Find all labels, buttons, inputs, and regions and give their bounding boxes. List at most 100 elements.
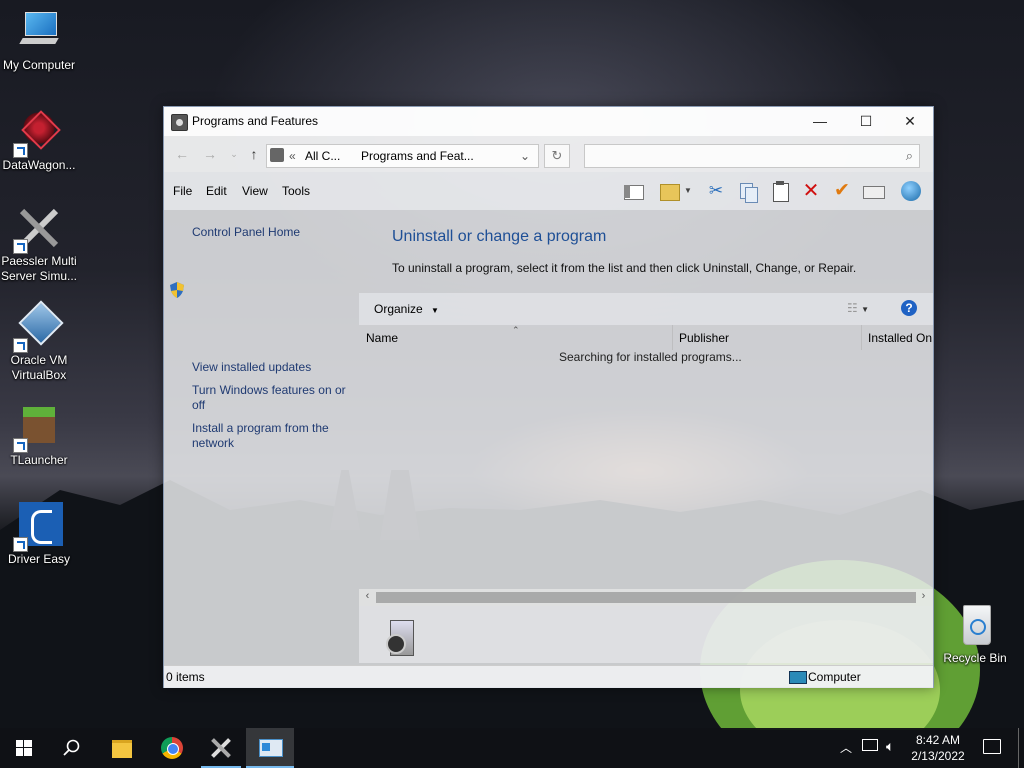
clock-time: 8:42 AM <box>915 733 961 747</box>
dropdown-arrow-icon[interactable]: ▼ <box>684 180 696 202</box>
desktop-icon-datawagon[interactable]: DataWagon... <box>0 108 79 173</box>
control-panel-home-link[interactable]: Control Panel Home <box>192 225 352 240</box>
command-bar: Organize ▼ ☷ ▼ ? <box>359 293 933 325</box>
programs-and-features-window: Programs and Features — ☐ ✕ ← → ⌄ ↑ « Al… <box>163 106 934 688</box>
forward-arrow-icon[interactable]: → <box>200 144 220 164</box>
chrome-icon <box>161 737 183 759</box>
control-panel-icon <box>259 739 283 757</box>
taskbar-chrome[interactable] <box>148 728 196 768</box>
list-column-header: Name ⌃ Publisher Installed On <box>359 325 933 350</box>
maximize-button[interactable]: ☐ <box>843 107 889 136</box>
menu-edit[interactable]: Edit <box>206 184 227 198</box>
windows-logo-icon <box>16 740 32 756</box>
minimize-button[interactable]: — <box>797 107 843 136</box>
desktop-icon-my-computer[interactable]: My Computer <box>0 8 79 73</box>
taskbar-paessler[interactable] <box>197 728 245 768</box>
desktop-icon-driver-easy[interactable]: Driver Easy <box>0 502 79 567</box>
sort-ascending-icon: ⌃ <box>512 325 520 335</box>
tools-icon <box>13 204 63 254</box>
column-divider[interactable] <box>861 325 862 350</box>
column-installed-on[interactable]: Installed On <box>868 331 932 345</box>
help-icon[interactable]: ? <box>901 300 917 316</box>
details-pane <box>359 606 933 663</box>
column-divider[interactable] <box>672 325 673 350</box>
system-clock[interactable]: 8:42 AM 2/13/2022 <box>908 732 968 764</box>
column-name[interactable]: Name <box>366 331 398 345</box>
refresh-button[interactable]: ↻ <box>544 144 570 168</box>
installer-program-icon <box>386 620 416 658</box>
breadcrumb-programs-and-features[interactable]: Programs and Feat... <box>361 149 474 163</box>
folder-icon <box>112 740 132 758</box>
taskbar-file-explorer[interactable] <box>98 728 146 768</box>
menu-tools[interactable]: Tools <box>282 184 310 198</box>
menu-view[interactable]: View <box>242 184 268 198</box>
delete-icon[interactable]: ✕ <box>800 180 822 202</box>
desktop-icon-label: Driver Easy <box>7 552 70 566</box>
address-row: ← → ⌄ ↑ « All C... Programs and Feat... … <box>164 136 933 172</box>
search-input[interactable]: ⌕ <box>584 144 920 168</box>
volume-icon[interactable]: 🔈︎ <box>886 738 894 755</box>
notification-center-icon[interactable] <box>983 739 1001 754</box>
column-publisher[interactable]: Publisher <box>679 331 729 345</box>
properties-icon[interactable] <box>862 180 885 202</box>
control-panel-icon <box>171 114 188 131</box>
clock-date: 2/13/2022 <box>911 749 965 763</box>
title-bar[interactable]: Programs and Features — ☐ ✕ <box>164 107 933 136</box>
search-button[interactable] <box>48 728 96 768</box>
desktop-icon-recycle-bin[interactable]: Recycle Bin <box>935 601 1015 666</box>
desktop-icon-label: Recycle Bin <box>943 651 1007 665</box>
up-arrow-icon[interactable]: ↑ <box>244 144 264 164</box>
horizontal-scrollbar[interactable]: ‹ › <box>359 589 933 606</box>
search-icon <box>63 739 80 756</box>
preview-pane-icon[interactable] <box>622 180 644 202</box>
folder-options-icon[interactable] <box>658 180 680 202</box>
page-title: Uninstall or change a program <box>392 228 607 245</box>
checkmark-icon[interactable]: ✔ <box>831 180 853 202</box>
globe-icon[interactable] <box>900 180 922 202</box>
driver-easy-icon <box>13 502 63 552</box>
address-bar[interactable]: « All C... Programs and Feat... ⌄ <box>266 144 539 168</box>
back-arrow-icon[interactable]: ← <box>172 144 192 164</box>
network-icon[interactable] <box>862 738 878 754</box>
close-button[interactable]: ✕ <box>887 107 933 136</box>
scroll-left-icon[interactable]: ‹ <box>360 590 375 602</box>
turn-windows-features-link[interactable]: Turn Windows features on or off <box>192 383 347 413</box>
status-location: Computer <box>808 670 861 684</box>
grass-block-icon <box>13 403 63 453</box>
chevron-down-icon: ▼ <box>431 306 439 315</box>
scrollbar-thumb[interactable] <box>376 592 916 603</box>
desktop-icon-virtualbox[interactable]: Oracle VM VirtualBox <box>0 300 79 383</box>
address-prefix: « <box>289 149 296 163</box>
cut-icon[interactable]: ✂ <box>705 180 727 202</box>
organize-label: Organize <box>374 302 423 316</box>
datawagon-icon <box>13 108 63 158</box>
show-desktop-button[interactable] <box>1018 728 1019 768</box>
item-count: 0 items <box>166 670 205 684</box>
refresh-icon: ↻ <box>551 148 563 163</box>
taskbar: ︿ 🔈︎ 8:42 AM 2/13/2022 <box>0 728 1024 768</box>
taskbar-control-panel[interactable] <box>246 728 294 768</box>
desktop-icon-label: TLauncher <box>10 453 68 467</box>
recycle-bin-icon <box>951 601 999 649</box>
computer-icon <box>789 671 807 684</box>
scroll-right-icon[interactable]: › <box>916 590 931 602</box>
shortcut-arrow-icon <box>13 438 28 453</box>
view-installed-updates-link[interactable]: View installed updates <box>192 360 352 375</box>
chevron-down-icon[interactable]: ⌄ <box>520 149 530 163</box>
virtualbox-icon <box>13 300 64 353</box>
install-from-network-link[interactable]: Install a program from the network <box>192 421 342 451</box>
paste-icon[interactable] <box>769 180 791 202</box>
view-options-icon[interactable]: ☷ ▼ <box>847 301 869 315</box>
desktop-icon-paessler[interactable]: Paessler Multi Server Simu... <box>0 204 79 284</box>
desktop-icon-tlauncher[interactable]: TLauncher <box>0 403 79 468</box>
start-button[interactable] <box>0 728 48 768</box>
menu-file[interactable]: File <box>173 184 192 198</box>
control-panel-icon <box>270 148 284 162</box>
organize-button[interactable]: Organize ▼ <box>374 302 439 316</box>
copy-icon[interactable] <box>737 180 759 203</box>
shield-icon <box>170 282 184 298</box>
recent-chevron-icon[interactable]: ⌄ <box>224 144 244 164</box>
show-hidden-icons-icon[interactable]: ︿ <box>840 739 852 756</box>
shortcut-arrow-icon <box>13 143 28 158</box>
breadcrumb-all-control-panel[interactable]: All C... <box>305 149 340 163</box>
